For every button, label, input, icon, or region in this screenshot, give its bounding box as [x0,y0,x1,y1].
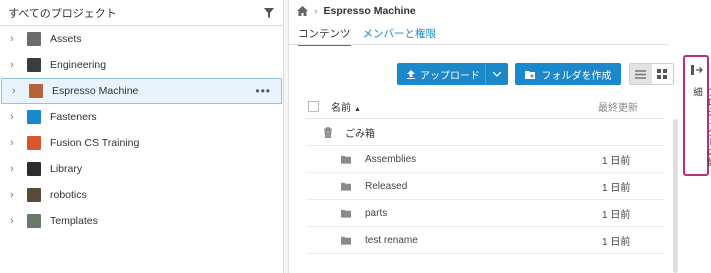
folder-icon [341,155,351,164]
table-row[interactable]: test rename 1 日前 [306,227,664,254]
chevron-right-icon[interactable]: › [10,59,24,71]
table-row[interactable]: Assemblies 1 日前 [306,146,664,173]
tab-contents[interactable]: コンテンツ [298,26,351,46]
home-icon[interactable] [297,6,308,16]
fasteners-thumb-icon [27,110,41,124]
breadcrumb: › Espresso Machine [297,5,416,17]
project-label: Espresso Machine [52,85,139,97]
filter-icon[interactable] [263,7,275,19]
project-item-engineering[interactable]: › Engineering [0,52,283,78]
templates-thumb-icon [27,214,41,228]
chevron-right-icon[interactable]: › [10,137,24,149]
project-list: › Assets › Engineering › Espresso Machin… [0,26,283,234]
select-all-checkbox[interactable] [308,100,319,112]
project-item-templates[interactable]: › Templates [0,208,283,234]
chevron-right-icon[interactable]: › [10,163,24,175]
chevron-right-icon[interactable]: › [10,215,24,227]
last-modified: 1 日前 [602,182,631,194]
library-thumb-icon [27,162,41,176]
list-view-icon[interactable] [630,64,652,84]
table-header: 名前 ▲ 最終更新 [306,94,664,119]
assets-thumb-icon [27,32,41,46]
breadcrumb-project[interactable]: Espresso Machine [324,5,416,17]
file-table: 名前 ▲ 最終更新 ごみ箱 Assemblies 1 日前 Released 1 … [306,94,664,254]
grid-view-icon[interactable] [652,64,674,84]
table-row[interactable]: Released 1 日前 [306,173,664,200]
project-item-fusion-cs-training[interactable]: › Fusion CS Training [0,130,283,156]
create-folder-button[interactable]: フォルダを作成 [515,63,621,85]
breadcrumb-separator-icon: › [314,5,318,17]
trash-icon [323,126,333,138]
folder-icon [341,209,351,218]
scrollbar[interactable] [673,119,678,273]
folder-name[interactable]: Assemblies [365,154,602,165]
table-row[interactable]: parts 1 日前 [306,200,664,227]
folder-icon [341,236,351,245]
chevron-right-icon[interactable]: › [10,111,24,123]
project-label: Assets [50,33,82,45]
panel-expand-icon [691,65,703,75]
project-item-assets[interactable]: › Assets [0,26,283,52]
project-label: Engineering [50,59,107,71]
folder-icon [341,182,351,191]
upload-button[interactable]: アップロード [397,63,508,85]
projects-panel: すべてのプロジェクト › Assets › Engineering › Espr… [0,0,284,273]
content-panel: › Espresso Machine コンテンツ メンバーと権限 アップロード … [289,0,711,273]
tab-bar: コンテンツ メンバーと権限 [298,26,436,46]
tab-divider [289,44,669,45]
chevron-right-icon[interactable]: › [10,33,24,45]
espresso-thumb-icon [29,84,43,98]
last-modified: 1 日前 [602,155,631,167]
sort-ascending-icon: ▲ [354,105,361,113]
create-folder-label: フォルダを作成 [541,70,612,82]
folder-name[interactable]: Released [365,181,602,192]
project-label: Templates [50,215,98,227]
project-details-toggle[interactable]: プロジェクトの詳細 [683,55,711,176]
folder-name[interactable]: parts [365,208,602,219]
project-item-espresso-machine[interactable]: › Espresso Machine ••• [1,78,282,104]
upload-label: アップロード [420,70,480,82]
more-options-icon[interactable]: ••• [255,84,271,98]
view-toggle [629,63,674,85]
project-label: Library [50,163,83,175]
project-label: robotics [50,189,87,201]
upload-icon [407,69,415,79]
tab-members[interactable]: メンバーと権限 [363,26,437,46]
chevron-right-icon[interactable]: › [10,189,24,201]
upload-dropdown-icon[interactable] [485,63,508,85]
new-folder-icon [524,70,535,79]
project-item-fasteners[interactable]: › Fasteners [0,104,283,130]
robotics-thumb-icon [27,188,41,202]
projects-title: すべてのプロジェクト [8,7,117,20]
project-item-library[interactable]: › Library [0,156,283,182]
projects-header: すべてのプロジェクト [0,0,283,26]
folder-name[interactable]: test rename [365,235,602,246]
last-modified: 1 日前 [602,209,631,221]
project-label: Fasteners [50,111,97,123]
fusion-thumb-icon [27,136,41,150]
project-item-robotics[interactable]: › robotics [0,182,283,208]
column-last-modified[interactable]: 最終更新 [598,99,664,114]
engineering-thumb-icon [27,58,41,72]
trash-label: ごみ箱 [345,128,375,140]
column-name[interactable]: 名前 ▲ [331,99,598,114]
table-row-trash[interactable]: ごみ箱 [306,119,664,146]
last-modified: 1 日前 [602,236,631,248]
project-details-label: プロジェクトの詳細 [691,87,711,167]
project-label: Fusion CS Training [50,137,140,149]
chevron-right-icon[interactable]: › [12,85,26,97]
